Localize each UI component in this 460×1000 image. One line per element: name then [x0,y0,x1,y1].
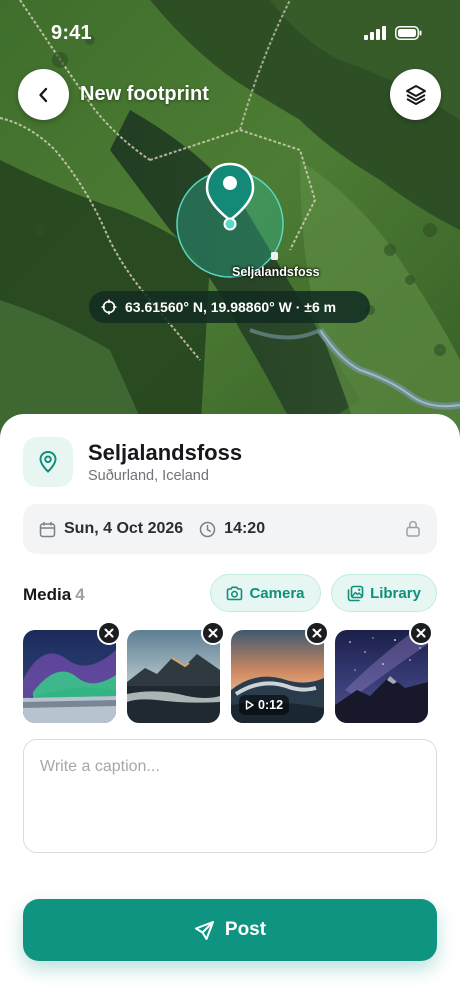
library-label: Library [370,584,421,602]
close-icon [104,628,114,638]
media-thumbnail-coastal-mountain[interactable] [127,630,220,723]
status-bar: 9:41 [0,0,460,64]
milky-way-photo [335,630,428,723]
gallery-icon [347,585,364,601]
battery-icon [395,26,422,40]
layers-icon [405,84,426,105]
video-duration-badge: 0:12 [239,695,290,715]
coordinates-badge: 63.61560° N, 19.98860° W · ±6 m [89,291,370,323]
location-region: Suðurland, Iceland [88,468,209,484]
media-count: 4 [75,585,85,604]
page-title: New footprint [80,83,209,105]
close-icon [416,628,426,638]
remove-media-button[interactable] [305,621,329,645]
remove-media-button[interactable] [409,621,433,645]
signal-icon [364,26,386,40]
time-value: 14:20 [224,520,266,537]
play-icon [245,700,254,710]
media-thumbnails: 0:12 [23,621,437,724]
footprint-sheet: Seljalandsfoss Suðurland, Iceland Sun, 4… [0,414,460,1000]
media-title: Media [23,585,72,604]
coastal-mountain-photo [127,630,220,723]
chevron-left-icon [38,87,47,102]
map-place-label: Seljalandsfoss [232,265,320,279]
status-time: 9:41 [51,22,92,44]
clock-icon [199,521,216,537]
media-thumbnail-aurora[interactable] [23,630,116,723]
post-button[interactable]: Post [23,899,437,961]
media-thumbnail-wave-video[interactable]: 0:12 [231,630,324,723]
library-button[interactable]: Library [331,574,437,612]
map-layers-button[interactable] [390,69,441,120]
date-value: Sun, 4 Oct 2026 [64,520,184,537]
time-field[interactable]: 14:20 [199,520,265,538]
close-icon [312,628,322,638]
datetime-row[interactable]: Sun, 4 Oct 2026 14:20 [23,504,437,554]
media-thumbnail-milky-way[interactable] [335,630,428,723]
remove-media-button[interactable] [201,621,225,645]
aurora-photo [23,630,116,723]
caption-input[interactable] [23,739,437,853]
back-button[interactable] [18,69,69,120]
post-label: Post [224,919,267,940]
send-icon [194,920,214,940]
status-icons [364,26,422,40]
camera-icon [227,586,243,600]
media-heading: Media 4 [23,585,85,605]
coordinates-text: 63.61560° N, 19.98860° W · ±6 m [125,299,337,315]
camera-label: Camera [249,584,305,602]
camera-button[interactable]: Camera [210,574,321,612]
map-pin-icon [39,450,57,473]
video-duration: 0:12 [258,698,284,712]
date-field[interactable]: Sun, 4 Oct 2026 [39,520,183,538]
lock-icon [406,520,420,537]
location-name: Seljalandsfoss [88,440,243,465]
crosshair-icon [101,299,117,315]
satellite-map [0,0,460,440]
calendar-icon [39,521,56,537]
map-view[interactable]: 9:41 New footprint Seljalandsfoss 63.615… [0,0,460,440]
close-icon [208,628,218,638]
location-icon-box [23,437,73,487]
remove-media-button[interactable] [97,621,121,645]
